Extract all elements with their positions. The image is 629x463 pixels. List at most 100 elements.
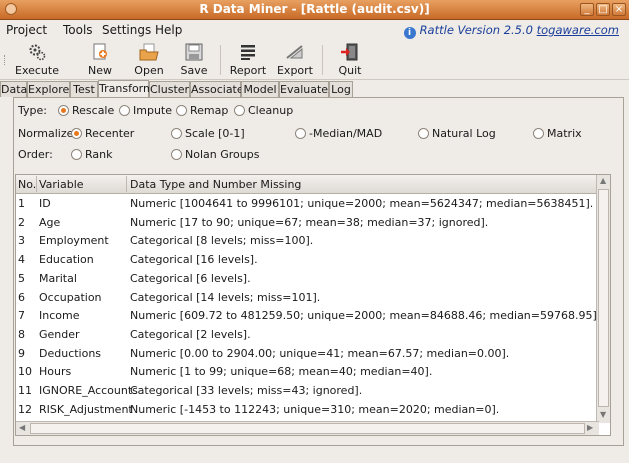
table-row[interactable]: 2 Age Numeric [17 to 90; unique=67; mean=3… <box>16 213 599 232</box>
vertical-scroll-thumb[interactable] <box>598 189 609 407</box>
menu-project[interactable]: Project <box>6 23 47 37</box>
menu-tools[interactable]: Tools <box>63 23 93 37</box>
report-button[interactable]: Report <box>229 43 267 79</box>
variable-name-cell: Hours <box>39 365 72 379</box>
variable-name-cell: Employment <box>39 234 109 248</box>
horizontal-scroll-thumb[interactable] <box>30 423 585 434</box>
remap-label[interactable]: Remap <box>190 104 228 117</box>
open-button[interactable]: Open <box>130 43 168 79</box>
execute-button[interactable]: Execute <box>14 43 60 79</box>
table-row[interactable]: 3 Employment Categorical [8 levels; miss=1… <box>16 231 599 250</box>
new-label: New <box>88 64 112 77</box>
column-header-no[interactable]: No. <box>18 178 36 191</box>
row-number-cell: 6 <box>18 290 25 304</box>
menu-settings[interactable]: Settings <box>102 23 151 37</box>
tab-associate[interactable]: Associate <box>190 81 244 97</box>
menu-help[interactable]: Help <box>155 23 182 37</box>
scale-0-1-label[interactable]: Scale [0-1] <box>185 127 245 140</box>
close-button[interactable]: × <box>612 3 626 16</box>
normalize-label: Normalize <box>18 127 74 140</box>
execute-label: Execute <box>15 64 59 77</box>
maximize-button[interactable]: □ <box>596 3 610 16</box>
menu-bar: Project Tools Settings Help i Rattle Vers… <box>0 20 629 40</box>
variables-table[interactable]: No. Variable Data Type and Number Missin… <box>15 174 611 436</box>
tab-model[interactable]: Model <box>241 81 279 97</box>
radio-remap[interactable] <box>176 105 187 116</box>
cleanup-label[interactable]: Cleanup <box>248 104 293 117</box>
nolan-groups-label[interactable]: Nolan Groups <box>185 148 259 161</box>
version-text: Rattle Version 2.5.0 <box>419 23 533 37</box>
tab-evaluate[interactable]: Evaluate <box>279 81 329 97</box>
horizontal-scrollbar[interactable]: ◀ ▶ <box>16 421 599 435</box>
scroll-left-arrow-icon[interactable]: ◀ <box>19 423 25 432</box>
data-type-cell: Categorical [6 levels]. <box>130 271 251 285</box>
title-bar: R Data Miner - [Rattle (audit.csv)] _ □ … <box>0 0 629 20</box>
table-header: No. Variable Data Type and Number Missin… <box>16 175 599 194</box>
tab-test[interactable]: Test <box>70 81 98 97</box>
gears-icon <box>27 43 47 61</box>
radio-scale-0-1[interactable] <box>171 128 182 139</box>
new-button[interactable]: New <box>81 43 119 79</box>
tab-cluster[interactable]: Cluster <box>149 81 190 97</box>
table-row[interactable]: 5 Marital Categorical [6 levels]. <box>16 269 599 288</box>
column-separator[interactable] <box>36 176 37 192</box>
variable-name-cell: Education <box>39 253 94 267</box>
table-row[interactable]: 11 IGNORE_Accounts Categorical [33 levels;… <box>16 381 599 400</box>
radio-rank[interactable] <box>71 149 82 160</box>
minimize-button[interactable]: _ <box>580 3 594 16</box>
export-button[interactable]: Export <box>276 43 314 79</box>
variable-name-cell: Income <box>39 309 80 323</box>
radio-impute[interactable] <box>119 105 130 116</box>
radio-rescale[interactable] <box>58 105 69 116</box>
table-row[interactable]: 7 Income Numeric [609.72 to 481259.50; uni… <box>16 306 601 325</box>
data-type-cell: Numeric [609.72 to 481259.50; unique=200… <box>130 309 601 323</box>
radio-natural-log[interactable] <box>418 128 429 139</box>
recenter-label[interactable]: Recenter <box>85 127 134 140</box>
median-mad-label[interactable]: -Median/MAD <box>309 127 382 140</box>
toolbar-grip[interactable] <box>4 55 8 65</box>
scroll-right-arrow-icon[interactable]: ▶ <box>587 423 593 432</box>
radio-matrix[interactable] <box>533 128 544 139</box>
variable-name-cell: Age <box>39 215 61 229</box>
tab-log[interactable]: Log <box>329 81 353 97</box>
variable-name-cell: RISK_Adjustment <box>39 402 133 416</box>
radio-recenter[interactable] <box>71 128 82 139</box>
rank-label[interactable]: Rank <box>85 148 112 161</box>
tab-transform[interactable]: Transform <box>98 80 154 98</box>
floppy-icon <box>184 43 204 61</box>
table-row[interactable]: 8 Gender Categorical [2 levels]. <box>16 325 599 344</box>
togaware-link[interactable]: togaware.com <box>537 23 619 37</box>
scroll-down-arrow-icon[interactable]: ▼ <box>600 410 606 419</box>
quit-button[interactable]: Quit <box>332 43 368 79</box>
data-type-cell: Numeric [-1453 to 112243; unique=310; me… <box>130 402 500 416</box>
table-row[interactable]: 10 Hours Numeric [1 to 99; unique=68; mean… <box>16 362 599 381</box>
open-label: Open <box>134 64 164 77</box>
order-label: Order: <box>18 148 53 161</box>
table-row[interactable]: 4 Education Categorical [16 levels]. <box>16 250 599 269</box>
tab-explore[interactable]: Explore <box>27 81 70 97</box>
table-row[interactable]: 6 Occupation Categorical [14 levels; miss=… <box>16 288 599 307</box>
data-type-cell: Numeric [17 to 90; unique=67; mean=38; m… <box>130 215 489 229</box>
matrix-label[interactable]: Matrix <box>547 127 582 140</box>
save-button[interactable]: Save <box>176 43 212 79</box>
radio-nolan-groups[interactable] <box>171 149 182 160</box>
column-separator[interactable] <box>126 176 127 192</box>
exit-door-icon <box>340 43 360 61</box>
natural-log-label[interactable]: Natural Log <box>432 127 496 140</box>
rescale-label[interactable]: Rescale <box>72 104 114 117</box>
column-header-variable[interactable]: Variable <box>39 178 84 191</box>
data-type-cell: Categorical [2 levels]. <box>130 327 251 341</box>
radio-median-mad[interactable] <box>295 128 306 139</box>
impute-label[interactable]: Impute <box>133 104 172 117</box>
save-label: Save <box>180 64 208 77</box>
radio-cleanup[interactable] <box>234 105 245 116</box>
table-row[interactable]: 12 RISK_Adjustment Numeric [-1453 to 11224… <box>16 400 599 419</box>
type-label: Type: <box>18 104 47 117</box>
column-header-data-type[interactable]: Data Type and Number Missing <box>130 178 301 191</box>
tab-data[interactable]: Data <box>0 81 27 97</box>
data-type-cell: Numeric [0.00 to 2904.00; unique=41; mea… <box>130 346 510 360</box>
scroll-up-arrow-icon[interactable]: ▲ <box>600 176 606 185</box>
table-row[interactable]: 9 Deductions Numeric [0.00 to 2904.00; uni… <box>16 344 599 363</box>
table-row[interactable]: 1 ID Numeric [1004641 to 9996101; unique=2… <box>16 194 599 213</box>
vertical-scrollbar[interactable]: ▲ ▼ <box>596 175 610 423</box>
